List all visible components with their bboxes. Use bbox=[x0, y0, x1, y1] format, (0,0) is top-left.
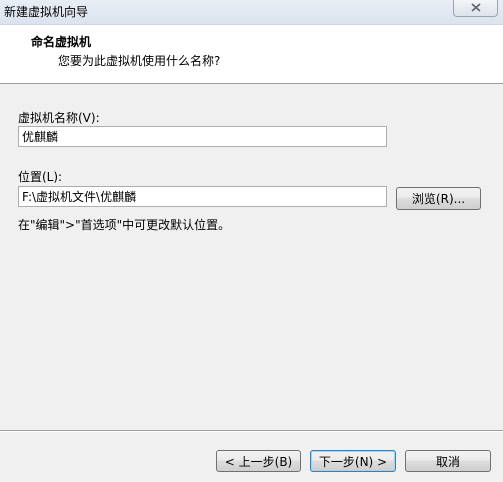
vm-name-label: 虚拟机名称(V): bbox=[18, 111, 100, 125]
close-icon bbox=[470, 3, 481, 12]
location-label: 位置(L): bbox=[18, 170, 63, 184]
wizard-footer: < 上一步(B) 下一步(N) > 取消 bbox=[0, 432, 503, 482]
vm-name-input[interactable] bbox=[18, 126, 387, 147]
close-button[interactable] bbox=[453, 0, 498, 17]
window-title: 新建虚拟机向导 bbox=[4, 5, 89, 19]
cancel-button[interactable]: 取消 bbox=[405, 450, 491, 472]
location-input[interactable] bbox=[18, 186, 387, 207]
location-hint: 在"编辑">"首选项"中可更改默认位置。 bbox=[18, 218, 231, 232]
title-bar: 新建虚拟机向导 bbox=[0, 0, 503, 25]
wizard-content: 虚拟机名称(V): 位置(L): 浏览(R)... 在"编辑">"首选项"中可更… bbox=[0, 84, 503, 430]
browse-button[interactable]: 浏览(R)... bbox=[396, 187, 481, 210]
page-title: 命名虚拟机 bbox=[31, 35, 92, 49]
next-button[interactable]: 下一步(N) > bbox=[310, 450, 396, 472]
wizard-header: 命名虚拟机 您要为此虚拟机使用什么名称? bbox=[0, 25, 503, 84]
page-subtitle: 您要为此虚拟机使用什么名称? bbox=[58, 54, 221, 68]
back-button[interactable]: < 上一步(B) bbox=[216, 450, 301, 472]
